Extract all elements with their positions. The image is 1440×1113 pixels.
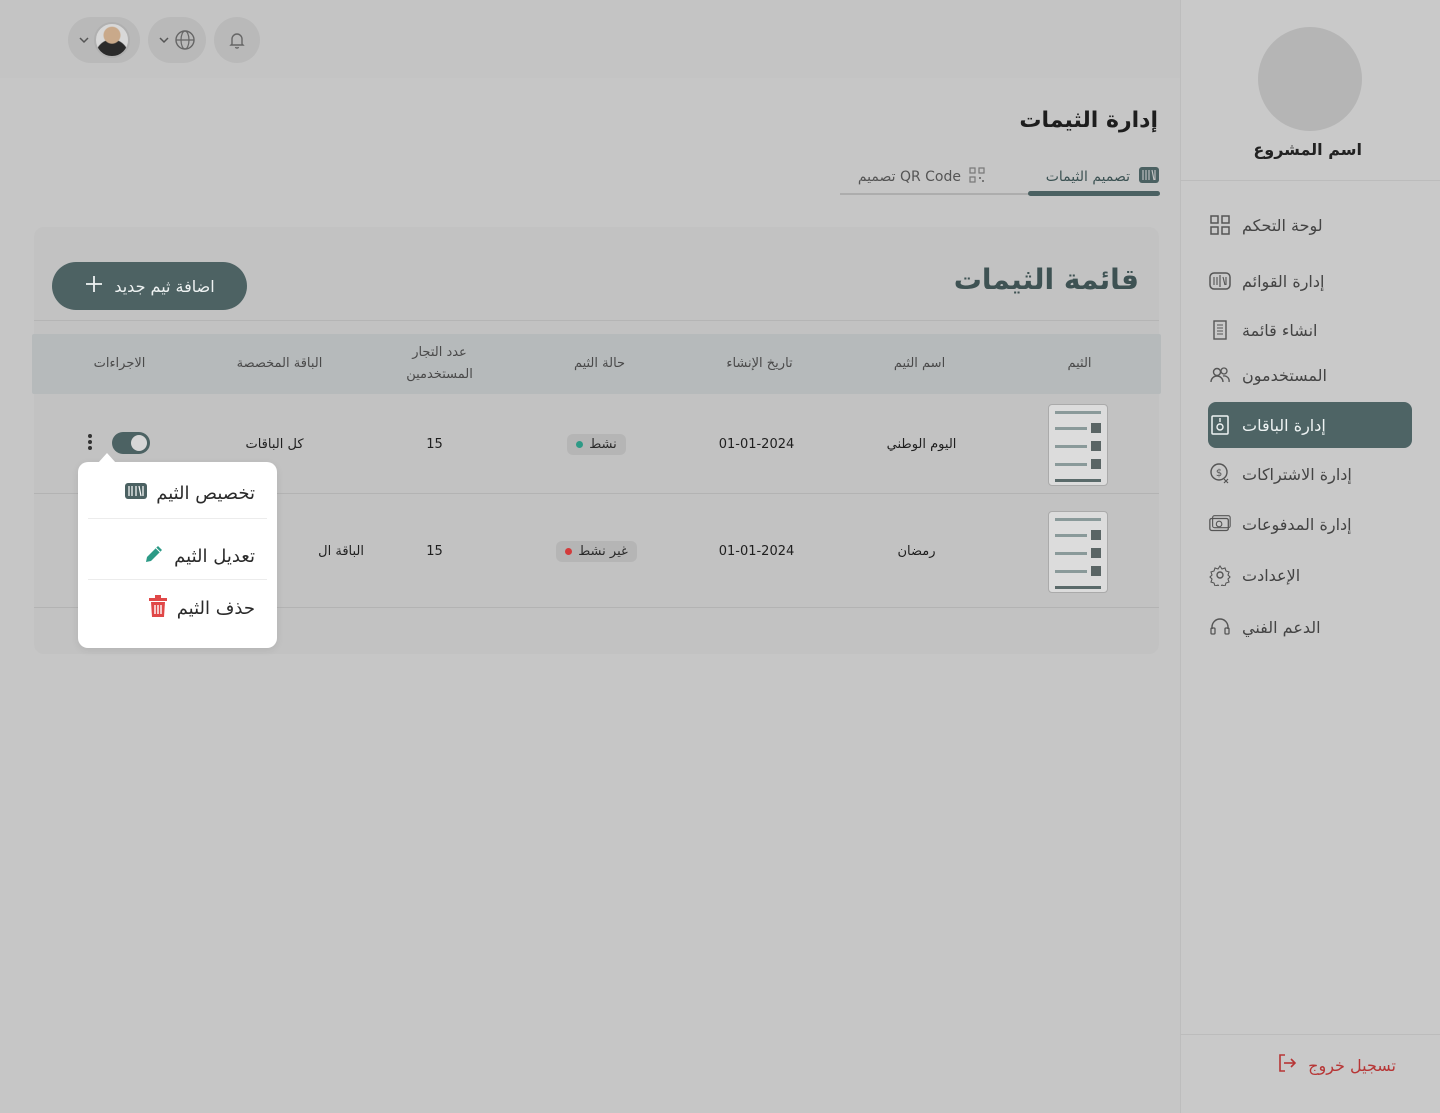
card-title: قائمة الثيمات [953, 263, 1139, 296]
users-icon [1208, 363, 1232, 387]
project-logo [1258, 27, 1362, 131]
theme-thumbnail[interactable] [1048, 511, 1108, 593]
gear-icon [1208, 563, 1232, 587]
sidebar-item-users[interactable]: المستخدمون [1208, 352, 1412, 398]
page-title: إدارة الثيمات [1019, 108, 1158, 133]
actions-menu: تخصيص الثيم تعديل الثيم حذف الثيم [78, 453, 277, 648]
edit-theme-label: تعديل الثيم [174, 546, 255, 567]
column-header-name: اسم الثيم [893, 356, 946, 371]
sidebar-item-subscriptions[interactable]: $ إدارة الاشتراكات [1208, 451, 1412, 497]
theme-name: اليوم الوطني [886, 436, 957, 452]
headset-icon [1208, 615, 1232, 639]
package-icon [1208, 413, 1232, 437]
divider [34, 320, 1159, 321]
sidebar-item-label: لوحة التحكم [1242, 215, 1323, 235]
trash-icon [147, 594, 169, 623]
tab-qr-design[interactable]: تصميم QR Code [858, 160, 985, 194]
avatar [94, 22, 130, 58]
edit-theme-item[interactable]: تعديل الثيم [142, 542, 255, 571]
sidebar-item-label: الإعدادت [1242, 565, 1301, 585]
column-header-package: الباقة المخصصة [236, 356, 323, 371]
sidebar: اسم المشروع لوحة التحكم إدارة القوائم ان… [1180, 0, 1440, 1113]
merchants-count: 15 [426, 436, 443, 452]
top-bar [0, 0, 1180, 78]
status-badge: غير نشط [556, 540, 637, 562]
sidebar-item-label: انشاء قائمة [1242, 320, 1318, 340]
sidebar-item-label: إدارة الاشتراكات [1242, 464, 1352, 484]
menu-book-icon [124, 482, 148, 505]
created-date: 01-01-2024 [718, 436, 795, 452]
menu-book-icon [1138, 166, 1160, 188]
status-toggle[interactable] [112, 432, 150, 454]
divider [1180, 180, 1440, 181]
tab-label: تصميم QR Code [857, 169, 961, 185]
divider [88, 579, 267, 580]
merchants-count: 15 [426, 543, 443, 559]
theme-name: رمضان [897, 543, 936, 559]
payments-icon [1208, 512, 1232, 536]
chevron-down-icon [79, 37, 89, 44]
plus-icon [84, 274, 104, 298]
subscription-icon: $ [1208, 462, 1232, 486]
menu-book-icon [1208, 269, 1232, 293]
sidebar-item-label: الدعم الفني [1242, 617, 1321, 637]
column-header-theme: الثيم [1067, 356, 1092, 371]
column-header-created: تاريخ الإنشاء [726, 356, 793, 371]
sidebar-item-label: إدارة المدفوعات [1242, 514, 1352, 534]
divider [1180, 1034, 1440, 1035]
status-label: غير نشط [578, 543, 628, 559]
language-button[interactable] [148, 17, 206, 63]
status-label: نشط [589, 436, 617, 452]
customize-theme-item[interactable]: تخصيص الثيم [124, 482, 255, 505]
notifications-button[interactable] [214, 17, 260, 63]
logout-label: تسجيل خروج [1308, 1055, 1396, 1075]
globe-icon [175, 30, 195, 50]
status-dot [576, 440, 584, 448]
tabs: تصميم الثيمات تصميم QR Code [840, 160, 1160, 196]
column-header-merchants-line1: عدد التجار [412, 345, 467, 360]
sidebar-item-label: المستخدمون [1242, 365, 1327, 385]
sidebar-item-support[interactable]: الدعم الفني [1208, 604, 1412, 650]
qr-code-icon [969, 167, 985, 187]
sidebar-item-payments[interactable]: إدارة المدفوعات [1208, 501, 1412, 547]
logout-icon [1276, 1052, 1298, 1078]
delete-theme-item[interactable]: حذف الثيم [147, 594, 255, 623]
svg-text:$: $ [1216, 468, 1222, 479]
column-header-merchants-line2: المستخدمين [406, 367, 473, 382]
more-options-icon[interactable] [87, 432, 93, 452]
grid-icon [1208, 213, 1232, 237]
sidebar-item-create-menu[interactable]: انشاء قائمة [1208, 307, 1412, 353]
sidebar-item-dashboard[interactable]: لوحة التحكم [1208, 202, 1412, 248]
customize-theme-label: تخصيص الثيم [156, 483, 255, 504]
project-name: اسم المشروع [1253, 140, 1362, 159]
logout-button[interactable]: تسجيل خروج [1276, 1052, 1396, 1078]
delete-theme-label: حذف الثيم [176, 598, 255, 619]
status-cell: غير نشط [534, 501, 659, 601]
status-dot [565, 547, 573, 555]
status-cell: نشط [534, 394, 659, 494]
status-badge: نشط [567, 433, 626, 455]
chevron-down-icon [159, 37, 169, 44]
sidebar-item-label: إدارة الباقات [1242, 415, 1326, 435]
sidebar-item-menus[interactable]: إدارة القوائم [1208, 258, 1412, 304]
theme-thumbnail[interactable] [1048, 404, 1108, 486]
bell-icon [229, 33, 245, 49]
add-theme-label: اضافة ثيم جديد [114, 276, 215, 296]
sidebar-item-settings[interactable]: الإعدادت [1208, 552, 1412, 598]
created-date: 01-01-2024 [718, 543, 795, 559]
table-header: الثيم اسم الثيم تاريخ الإنشاء حالة الثيم… [32, 334, 1161, 394]
user-menu-button[interactable] [68, 17, 140, 63]
column-header-merchants: عدد التجار المستخدمين [377, 334, 502, 394]
add-theme-button[interactable]: اضافة ثيم جديد [52, 262, 247, 310]
pencil-icon [142, 542, 166, 571]
column-header-status: حالة الثيم [573, 356, 626, 371]
column-header-actions: الاجراءات [93, 356, 146, 371]
tab-theme-design[interactable]: تصميم الثيمات [1046, 160, 1160, 194]
divider [88, 518, 267, 519]
sidebar-item-packages[interactable]: إدارة الباقات [1208, 402, 1412, 448]
tab-label: تصميم الثيمات [1045, 169, 1130, 185]
sidebar-item-label: إدارة القوائم [1242, 271, 1325, 291]
document-icon [1208, 318, 1232, 342]
